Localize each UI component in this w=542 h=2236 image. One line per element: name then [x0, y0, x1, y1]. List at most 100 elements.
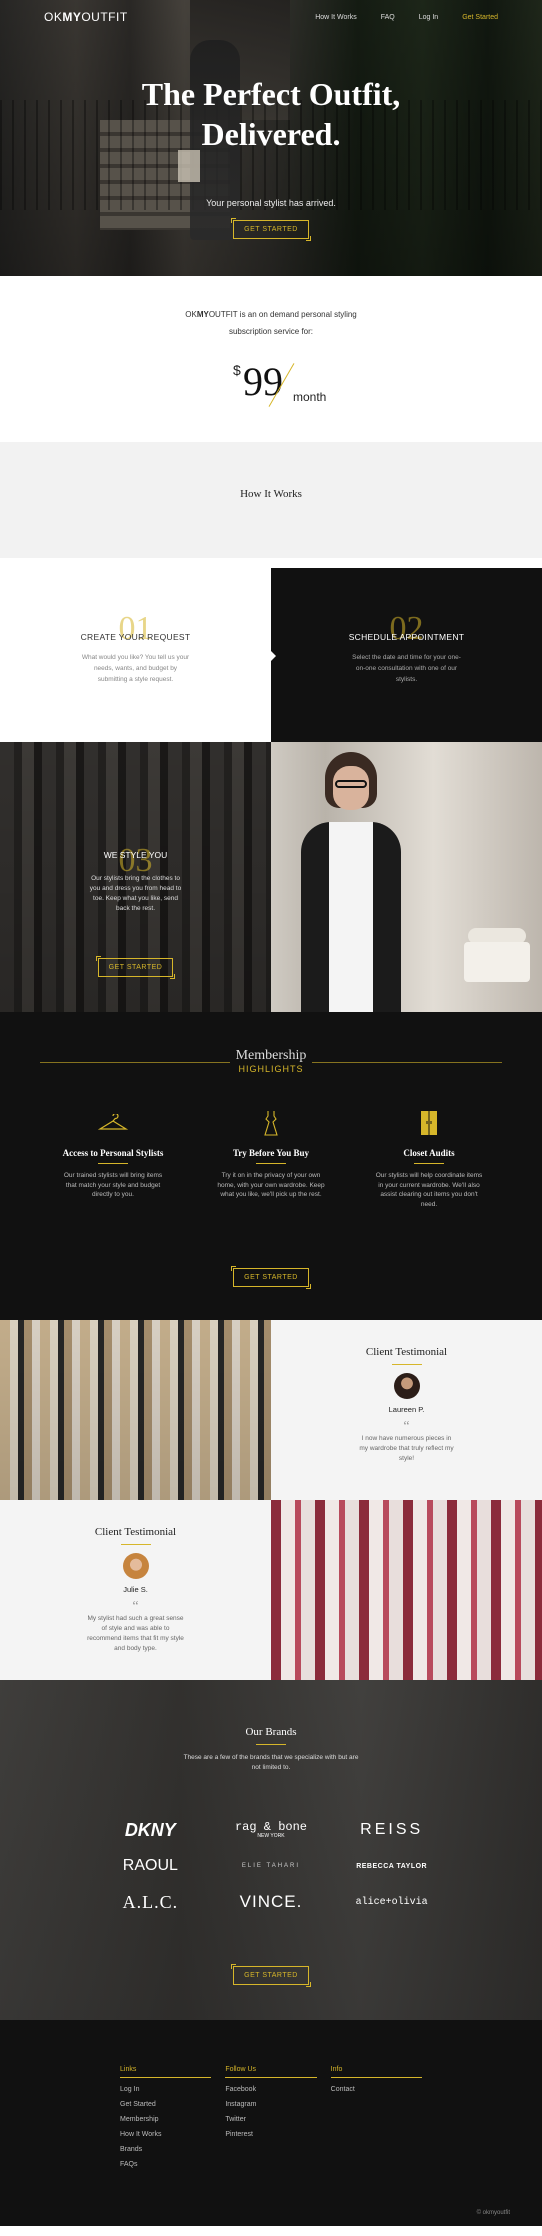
- how-it-works-heading-section: How It Works: [0, 442, 542, 558]
- stylist-figure: [301, 752, 401, 1012]
- stylist-photo: [271, 742, 542, 1012]
- stylist-face: [333, 766, 369, 810]
- feature-title: Closet Audits: [403, 1148, 455, 1158]
- hero: OKMYOUTFIT How It Works FAQ Log In Get S…: [0, 0, 542, 276]
- footer: Links Log In Get Started Membership How …: [0, 2020, 542, 2226]
- membership-title: Membership: [235, 1048, 307, 1063]
- logo-text-my: MY: [62, 10, 82, 24]
- nav-link-how-it-works[interactable]: How It Works: [315, 14, 357, 21]
- membership-title-block: Membership HIGHLIGHTS: [0, 1048, 542, 1074]
- brand-rebecca-taylor: REBECCA TAYLOR: [356, 1862, 428, 1870]
- footer-col-links: Links Log In Get Started Membership How …: [120, 2066, 212, 2168]
- testimonial-card-1: Client Testimonial Laureen P. “ I now ha…: [271, 1320, 542, 1500]
- hero-title: The Perfect Outfit, Delivered.: [0, 74, 542, 154]
- nav-link-faq[interactable]: FAQ: [381, 14, 395, 21]
- step-title-2: SCHEDULE APPOINTMENT: [348, 632, 465, 642]
- footer-link-how-it-works[interactable]: How It Works: [120, 2131, 211, 2138]
- brands-grid: DKNY rag & bone NEW YORK REISS RAOUL ELI…: [90, 1820, 452, 1912]
- shopping-photo: [271, 1500, 542, 1680]
- brands-title: Our Brands: [245, 1726, 297, 1738]
- testimonial-name: Laureen P.: [388, 1405, 425, 1414]
- copyright: © okmyoutfit: [476, 2210, 510, 2216]
- membership-get-started-button[interactable]: GET STARTED: [231, 1266, 311, 1289]
- section-spacer: [0, 558, 542, 568]
- brand-rag-bone-sub: NEW YORK: [257, 1832, 285, 1839]
- membership-subtitle: HIGHLIGHTS: [238, 1064, 304, 1074]
- testimonial-card-2: Client Testimonial Julie S. “ My stylist…: [0, 1500, 271, 1680]
- pricing-section: OKMYOUTFIT is an on demand personal styl…: [0, 276, 542, 442]
- hero-subtitle: Your personal stylist has arrived.: [206, 198, 336, 208]
- how-it-works-title: How It Works: [240, 488, 302, 500]
- nav-links: How It Works FAQ Log In Get Started: [315, 14, 498, 21]
- testimonial-name: Julie S.: [123, 1585, 148, 1594]
- brand-rag-bone: rag & bone NEW YORK: [211, 1820, 332, 1840]
- testimonial-row-2: Client Testimonial Julie S. “ My stylist…: [0, 1500, 542, 1680]
- site-logo[interactable]: OKMYOUTFIT: [44, 10, 128, 24]
- we-style-you-row: 03 WE STYLE YOU Our stylists bring the c…: [0, 742, 542, 1012]
- footer-col-title: Info: [330, 2066, 422, 2078]
- feature-text: Try it on in the privacy of your own hom…: [217, 1172, 325, 1198]
- step-text-2: Select the date and time for your one-on…: [352, 654, 461, 683]
- hanger-icon: [34, 1110, 192, 1136]
- logo-text-ok: OK: [44, 10, 63, 24]
- footer-link-twitter[interactable]: Twitter: [225, 2116, 316, 2123]
- step-card-1: 01 CREATE YOUR REQUEST What would you li…: [0, 568, 271, 742]
- footer-col-title: Links: [120, 2066, 212, 2078]
- membership-features: Access to Personal Stylists Our trained …: [34, 1110, 508, 1209]
- nav-link-get-started[interactable]: Get Started: [462, 14, 498, 21]
- brand-raoul: RAOUL: [122, 1857, 178, 1874]
- price-period: month: [293, 390, 327, 404]
- top-nav: OKMYOUTFIT How It Works FAQ Log In Get S…: [0, 0, 542, 34]
- nav-link-login[interactable]: Log In: [419, 14, 438, 21]
- feature-title: Access to Personal Stylists: [62, 1148, 164, 1158]
- brand-elie-tahari: ELIE TAHARI: [241, 1863, 301, 1869]
- step-get-started-button[interactable]: GET STARTED: [95, 956, 176, 979]
- quote-icon: “: [132, 1599, 139, 1614]
- step-title-3: WE STYLE YOU: [103, 850, 168, 860]
- brands-button-wrap: GET STARTED: [0, 1964, 542, 1987]
- price-display: $ 99 month: [211, 354, 331, 424]
- footer-link-pinterest[interactable]: Pinterest: [225, 2131, 316, 2138]
- footer-col-title: Follow Us: [225, 2066, 317, 2078]
- brands-section: Our Brands These are a few of the brands…: [0, 1680, 542, 2020]
- avatar: [122, 1553, 149, 1579]
- footer-link-login[interactable]: Log In: [120, 2086, 211, 2093]
- testimonial-rule: [391, 1364, 422, 1365]
- footer-link-facebook[interactable]: Facebook: [225, 2086, 316, 2093]
- logo-text-outfit: OUTFIT: [81, 10, 128, 24]
- feature-title: Try Before You Buy: [232, 1148, 310, 1158]
- hero-title-line-2: Delivered.: [201, 116, 341, 152]
- brand-dkny: DKNY: [124, 1819, 176, 1840]
- pricing-line-1: OKMYOUTFIT is an on demand personal styl…: [0, 306, 542, 323]
- pricing-brand-outfit: OUTFIT: [208, 310, 238, 319]
- pricing-brand-my: MY: [196, 310, 209, 319]
- pricing-line-2: subscription service for:: [228, 327, 314, 336]
- footer-col-info: Info Contact: [330, 2066, 422, 2168]
- pricing-brand-ok: OK: [185, 310, 197, 319]
- closet-icon: [350, 1110, 508, 1136]
- pricing-line-1-text: is an on demand personal styling: [237, 310, 357, 319]
- footer-link-faqs[interactable]: FAQs: [120, 2161, 211, 2168]
- footer-link-brands[interactable]: Brands: [120, 2146, 211, 2153]
- testimonial-title: Client Testimonial: [94, 1526, 177, 1538]
- footer-link-get-started[interactable]: Get Started: [120, 2101, 211, 2108]
- footer-link-instagram[interactable]: Instagram: [225, 2101, 316, 2108]
- feature-rule: [256, 1163, 286, 1164]
- footer-link-membership[interactable]: Membership: [120, 2116, 211, 2123]
- brands-get-started-button[interactable]: GET STARTED: [231, 1964, 311, 1987]
- brand-rag-bone-name: rag & bone: [234, 1819, 307, 1834]
- hatbox: [464, 942, 530, 982]
- feature-text: Our trained stylists will bring items th…: [63, 1172, 163, 1198]
- membership-button-wrap: GET STARTED: [0, 1266, 542, 1289]
- step-title-1: CREATE YOUR REQUEST: [80, 632, 191, 642]
- brands-intro: These are a few of the brands that we sp…: [183, 1754, 359, 1771]
- feature-rule: [98, 1163, 128, 1164]
- step-text-1: What would you like? You tell us your ne…: [81, 654, 190, 683]
- price-currency: $: [233, 362, 241, 378]
- feature-text: Our stylists will help coordinate items …: [375, 1172, 483, 1208]
- brand-alc: A.L.C.: [122, 1891, 179, 1912]
- hero-get-started-button[interactable]: GET STARTED: [231, 218, 311, 241]
- stylist-glasses: [335, 780, 367, 788]
- price-amount: 99: [243, 359, 283, 404]
- footer-link-contact[interactable]: Contact: [331, 2086, 422, 2093]
